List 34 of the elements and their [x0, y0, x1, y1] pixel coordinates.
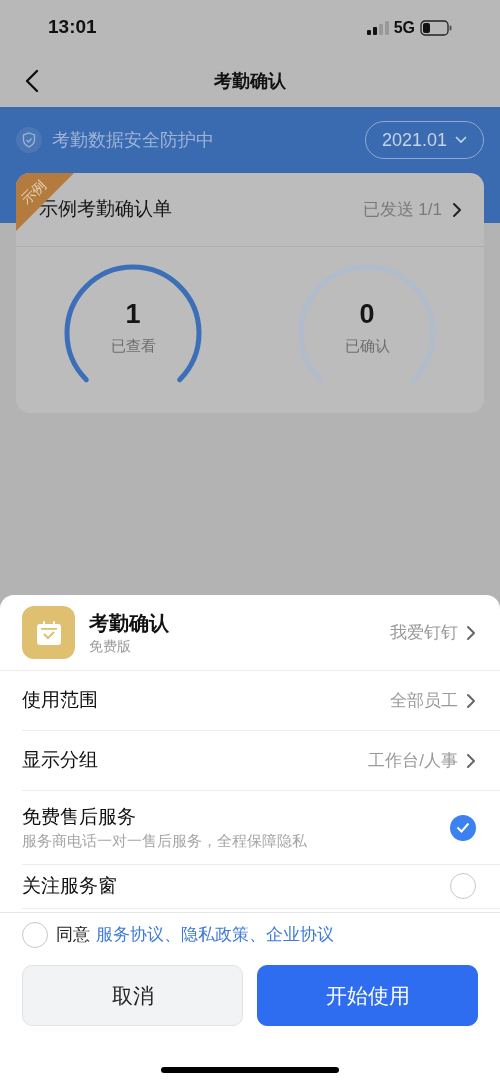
row-value: 工作台/人事 [368, 749, 458, 772]
row-label: 使用范围 [22, 688, 98, 713]
battery-icon [420, 19, 452, 36]
count-label: 已确认 [344, 336, 390, 356]
network-label: 5G [393, 17, 415, 38]
agreement-label: 同意 [56, 924, 90, 947]
chevron-down-icon [455, 136, 467, 144]
row-label: 免费售后服务 [22, 804, 137, 829]
vendor-link[interactable]: 我爱钉钉 [390, 619, 476, 646]
chevron-right-icon [466, 624, 476, 641]
settings-row[interactable]: 显示分组 工作台/人事 [22, 731, 500, 791]
cancel-button[interactable]: 取消 [22, 965, 243, 1026]
row-label: 关注服务窗 [22, 874, 117, 898]
settings-row[interactable]: 使用范围 全部员工 [22, 671, 500, 731]
chevron-right-icon [466, 692, 476, 709]
app-name: 考勤确认 [89, 610, 170, 636]
app-icon [22, 606, 75, 659]
checkbox[interactable] [450, 814, 476, 841]
check-icon [456, 822, 470, 833]
security-status: 考勤数据安全防护中 [52, 128, 214, 152]
chevron-right-icon [466, 752, 476, 769]
agreement-links[interactable]: 服务协议、隐私政策、企业协议 [96, 922, 334, 948]
row-value: 全部员工 [390, 689, 458, 712]
row-label: 显示分组 [22, 748, 98, 773]
start-button[interactable]: 开始使用 [257, 965, 478, 1026]
status-time: 13:01 [48, 15, 97, 40]
count-value: 1 [125, 298, 141, 331]
app-edition: 免费版 [89, 636, 132, 656]
signal-icon [365, 20, 389, 35]
row-description: 服务商电话一对一售后服务，全程保障隐私 [22, 830, 307, 851]
page-title: 考勤确认 [214, 69, 286, 93]
count-label: 已查看 [110, 336, 156, 356]
count-value: 0 [359, 298, 375, 331]
chevron-right-icon [452, 201, 462, 218]
